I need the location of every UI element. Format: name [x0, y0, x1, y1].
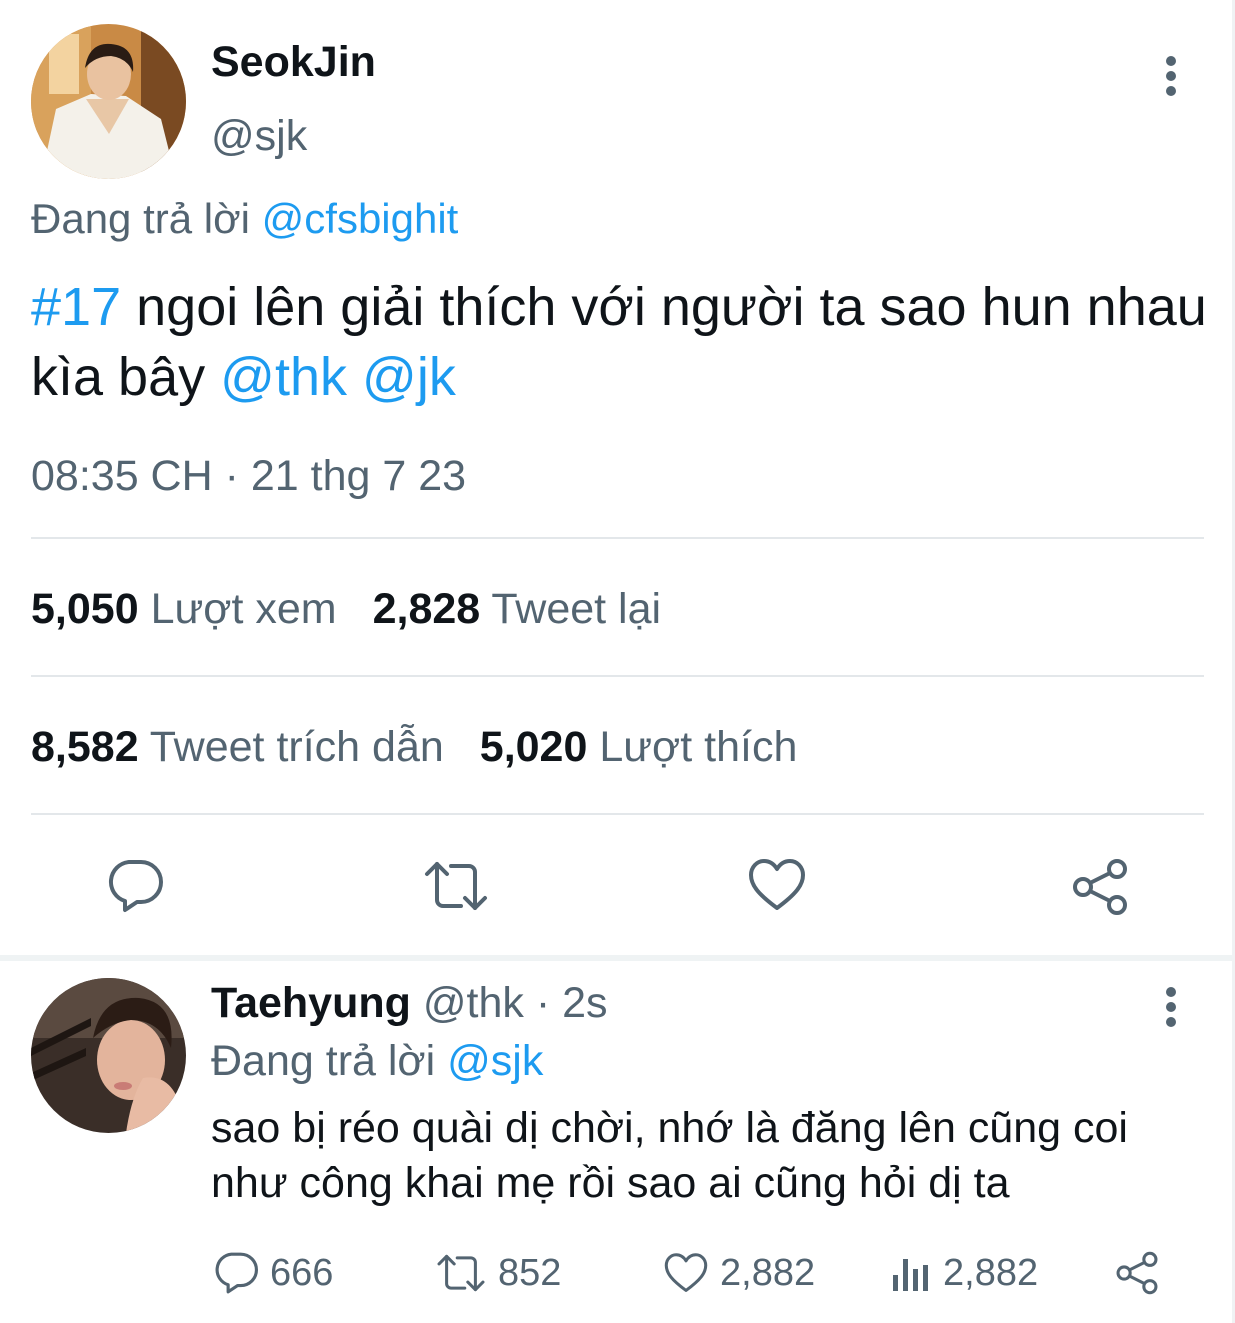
- more-vertical-icon[interactable]: [1161, 56, 1181, 96]
- views-label: Lượt xem: [150, 585, 337, 633]
- retweets-label: Tweet lại: [491, 585, 662, 633]
- replying-prefix: Đang trả lời: [31, 195, 250, 242]
- replying-prefix: Đang trả lời: [211, 1037, 436, 1085]
- avatar[interactable]: [31, 978, 186, 1133]
- tweet-text: #17 ngoi lên giải thích với người ta sao…: [31, 272, 1211, 412]
- views-icon: [893, 1259, 928, 1291]
- replying-to: Đang trả lời @cfsbighit: [31, 195, 458, 243]
- time-ago[interactable]: · 2s: [536, 979, 608, 1027]
- stats-row: 8,582 Tweet trích dẫn 5,020 Lượt thích: [31, 723, 833, 772]
- reply-icon[interactable]: [107, 858, 163, 914]
- views-stat[interactable]: 5,050 Lượt xem: [31, 585, 337, 634]
- avatar[interactable]: [31, 24, 186, 179]
- timestamp[interactable]: 08:35 CH · 21 thg 7 23: [31, 452, 466, 501]
- quotes-count: 8,582: [31, 723, 139, 771]
- like-action[interactable]: 2,882: [664, 1251, 815, 1295]
- retweet-count: 852: [498, 1251, 562, 1294]
- divider: [31, 675, 1204, 677]
- hashtag-link[interactable]: #17: [31, 277, 121, 337]
- main-tweet: SeokJin @sjk Đang trả lời @cfsbighit #17…: [0, 0, 1235, 955]
- reply-text: sao bị réo quài dị chời, nhớ là đăng lên…: [211, 1104, 1128, 1207]
- likes-count: 5,020: [479, 723, 588, 771]
- likes-label: Lượt thích: [599, 723, 798, 771]
- reply-header: Taehyung @thk · 2s: [211, 979, 608, 1028]
- stats-row: 5,050 Lượt xem 2,828 Tweet lại: [31, 585, 697, 634]
- reply-tweet[interactable]: Taehyung @thk · 2s Đang trả lời @sjk sao…: [0, 961, 1235, 1323]
- display-name[interactable]: SeokJin: [211, 38, 376, 87]
- replying-to-link[interactable]: @sjk: [447, 1037, 543, 1085]
- share-action[interactable]: [1114, 1251, 1172, 1295]
- likes-stat[interactable]: 5,020 Lượt thích: [480, 723, 798, 772]
- quotes-label: Tweet trích dẫn: [149, 723, 444, 771]
- more-vertical-icon[interactable]: [1161, 987, 1181, 1027]
- retweet-icon[interactable]: [423, 860, 489, 912]
- share-icon[interactable]: [1070, 858, 1130, 916]
- retweets-stat[interactable]: 2,828 Tweet lại: [373, 585, 661, 634]
- divider: [31, 537, 1204, 539]
- reply-icon: [215, 1252, 258, 1294]
- mention-link[interactable]: @jk: [362, 347, 456, 407]
- replying-to-link[interactable]: @cfsbighit: [262, 195, 459, 242]
- replying-to: Đang trả lời @sjk: [211, 1037, 543, 1086]
- like-icon: [664, 1253, 708, 1292]
- mention-link[interactable]: @thk: [220, 347, 347, 407]
- user-handle[interactable]: @thk: [423, 979, 524, 1027]
- like-icon[interactable]: [748, 858, 806, 912]
- quotes-stat[interactable]: 8,582 Tweet trích dẫn: [31, 723, 444, 772]
- views-count: 5,050: [31, 585, 139, 633]
- user-handle[interactable]: @sjk: [211, 112, 307, 161]
- share-icon: [1116, 1251, 1158, 1295]
- views-count: 2,882: [943, 1251, 1039, 1294]
- divider: [31, 813, 1204, 815]
- retweets-count: 2,828: [372, 585, 481, 633]
- reply-action[interactable]: 666: [214, 1251, 333, 1295]
- retweet-action[interactable]: 852: [436, 1251, 561, 1295]
- like-count: 2,882: [720, 1251, 816, 1294]
- tweet-body: ngoi lên giải thích với người ta sao hun…: [31, 277, 1207, 407]
- display-name[interactable]: Taehyung: [211, 979, 411, 1027]
- retweet-icon: [437, 1254, 485, 1292]
- views-action[interactable]: 2,882: [891, 1251, 1038, 1295]
- reply-count: 666: [270, 1251, 334, 1294]
